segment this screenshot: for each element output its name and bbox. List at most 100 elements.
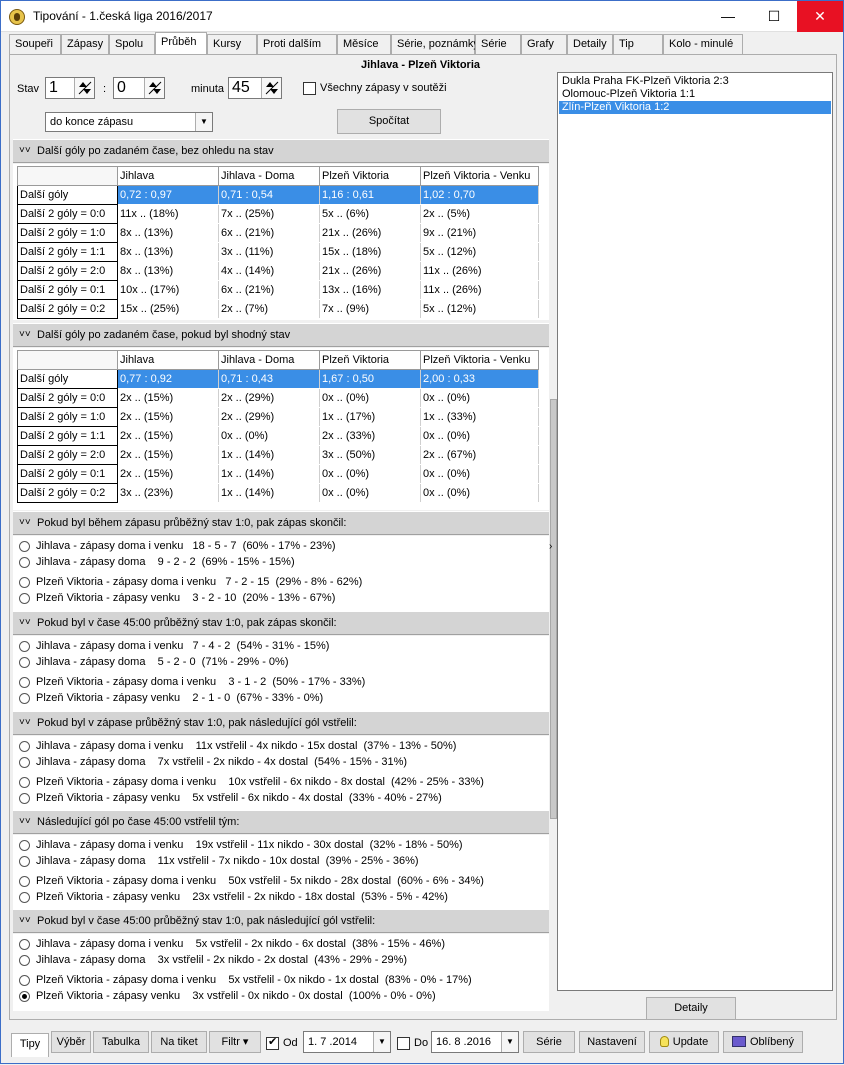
radio-button[interactable] <box>19 777 30 788</box>
table-row[interactable]: Další 2 góly = 0:1 2x .. (15%) 1x .. (14… <box>17 464 539 484</box>
spin-arrows-icon[interactable] <box>144 78 164 98</box>
table-row[interactable]: Další 2 góly = 2:0 8x .. (13%) 4x .. (14… <box>17 261 539 281</box>
table-cell[interactable]: 15x .. (18%) <box>319 242 421 262</box>
radio-button[interactable] <box>19 557 30 568</box>
table-cell[interactable]: 9x .. (21%) <box>420 223 539 243</box>
table-cell[interactable]: 3x .. (50%) <box>319 445 421 465</box>
list-item[interactable]: Dukla Praha FK-Plzeň Viktoria 2:3 <box>559 75 831 88</box>
table-cell[interactable]: 2x .. (5%) <box>420 204 539 224</box>
table-cell[interactable]: 0,77 : 0,92 <box>117 369 219 389</box>
table-cell[interactable]: 6x .. (21%) <box>218 223 320 243</box>
chevron-down-icon[interactable]: ▼ <box>195 113 212 131</box>
close-button[interactable]: ✕ <box>797 1 843 32</box>
tab-prubeh[interactable]: Průběh <box>155 32 207 54</box>
collapse-chevron-icon[interactable]: ˅˅ <box>19 617 31 628</box>
table-row[interactable]: Další 2 góly = 1:1 8x .. (13%) 3x .. (11… <box>17 242 539 262</box>
all-matches-checkbox[interactable] <box>303 82 316 95</box>
table-cell[interactable]: 2x .. (15%) <box>117 445 219 465</box>
table-row[interactable]: Další góly 0,77 : 0,92 0,71 : 0,43 1,67 … <box>17 369 539 389</box>
section-header-2[interactable]: ˅˅ Další góly po zadaném čase, pokud byl… <box>13 323 549 347</box>
collapse-chevron-icon[interactable]: ˅˅ <box>19 816 31 827</box>
table-cell[interactable]: 8x .. (13%) <box>117 242 219 262</box>
table-cell[interactable]: 1x .. (33%) <box>420 407 539 427</box>
list-item[interactable]: Olomouc-Plzeň Viktoria 1:1 <box>559 88 831 101</box>
tab-zapasy[interactable]: Zápasy <box>61 34 109 54</box>
table-cell[interactable]: 1x .. (17%) <box>319 407 421 427</box>
table-cell[interactable]: 21x .. (26%) <box>319 261 421 281</box>
serie-button[interactable]: Série <box>523 1031 575 1053</box>
table-cell[interactable]: 2x .. (15%) <box>117 464 219 484</box>
table-cell[interactable]: 11x .. (26%) <box>420 261 539 281</box>
table-cell[interactable]: 11x .. (18%) <box>117 204 219 224</box>
table-cell[interactable]: 2x .. (7%) <box>218 299 320 319</box>
chevron-down-icon[interactable]: ▼ <box>501 1032 518 1052</box>
radio-button[interactable] <box>19 741 30 752</box>
radio-button[interactable] <box>19 541 30 552</box>
table-cell[interactable]: 0,71 : 0,43 <box>218 369 320 389</box>
table-cell[interactable]: 5x .. (12%) <box>420 242 539 262</box>
table-cell[interactable]: 2x .. (15%) <box>117 388 219 408</box>
table-cell[interactable]: 0,71 : 0,54 <box>218 185 320 205</box>
table-cell[interactable]: 21x .. (26%) <box>319 223 421 243</box>
table-cell[interactable]: 3x .. (11%) <box>218 242 320 262</box>
details-button[interactable]: Detaily <box>646 997 736 1020</box>
table-cell[interactable]: 1,67 : 0,50 <box>319 369 421 389</box>
table-cell[interactable]: 1x .. (14%) <box>218 445 320 465</box>
radio-button[interactable] <box>19 892 30 903</box>
scrollbar-thumb[interactable] <box>550 399 557 819</box>
table-row[interactable]: Další góly 0,72 : 0,97 0,71 : 0,54 1,16 … <box>17 185 539 205</box>
table-row[interactable]: Další 2 góly = 0:1 10x .. (17%) 6x .. (2… <box>17 280 539 300</box>
score-home-spinner[interactable]: 1 <box>45 77 95 99</box>
table-cell[interactable]: 11x .. (26%) <box>420 280 539 300</box>
table-cell[interactable]: 5x .. (12%) <box>420 299 539 319</box>
table-cell[interactable]: 0x .. (0%) <box>420 464 539 484</box>
radio-button[interactable] <box>19 840 30 851</box>
list-item[interactable]: Zlín-Plzeň Viktoria 1:2 <box>559 101 831 114</box>
table-row[interactable]: Další 2 góly = 0:2 15x .. (25%) 2x .. (7… <box>17 299 539 319</box>
na-tiket-button[interactable]: Na tiket <box>151 1031 207 1053</box>
tab-proti-dalsim[interactable]: Proti dalším <box>257 34 337 54</box>
tab-serie[interactable]: Série <box>475 34 521 54</box>
table-cell[interactable]: 2x .. (29%) <box>218 388 320 408</box>
table-cell[interactable]: 2x .. (67%) <box>420 445 539 465</box>
radio-button-selected[interactable] <box>19 991 30 1002</box>
section-header-1[interactable]: ˅˅ Další góly po zadaném čase, bez ohled… <box>13 139 549 163</box>
radio-button[interactable] <box>19 593 30 604</box>
tab-spolu[interactable]: Spolu <box>109 34 155 54</box>
radio-button[interactable] <box>19 757 30 768</box>
table-cell[interactable]: 5x .. (6%) <box>319 204 421 224</box>
table-cell[interactable]: 2x .. (33%) <box>319 426 421 446</box>
table-cell[interactable]: 0x .. (0%) <box>420 483 539 503</box>
table-cell[interactable]: 0x .. (0%) <box>319 483 421 503</box>
table-row[interactable]: Další 2 góly = 0:2 3x .. (23%) 1x .. (14… <box>17 483 539 503</box>
radio-button[interactable] <box>19 577 30 588</box>
table-cell[interactable]: 0x .. (0%) <box>420 426 539 446</box>
collapse-chevron-icon[interactable]: ˅˅ <box>19 329 31 340</box>
collapse-chevron-icon[interactable]: ˅˅ <box>19 517 31 528</box>
tab-serie-poznamky[interactable]: Série, poznámky <box>391 34 479 54</box>
section-header-3[interactable]: ˅˅ Pokud byl během zápasu průběžný stav … <box>13 511 549 535</box>
table-row[interactable]: Další 2 góly = 0:0 2x .. (15%) 2x .. (29… <box>17 388 539 408</box>
od-date-picker[interactable]: 1. 7 .2014 ▼ <box>303 1031 391 1053</box>
range-select[interactable]: do konce zápasu ▼ <box>45 112 213 132</box>
radio-button[interactable] <box>19 975 30 986</box>
tab-tip[interactable]: Tip <box>613 34 663 54</box>
chevron-down-icon[interactable]: ▼ <box>373 1032 390 1052</box>
update-button[interactable]: Update <box>649 1031 719 1053</box>
radio-button[interactable] <box>19 693 30 704</box>
radio-button[interactable] <box>19 876 30 887</box>
table-cell[interactable]: 0x .. (0%) <box>319 464 421 484</box>
favorite-button[interactable]: Oblíbený <box>723 1031 803 1053</box>
table-cell[interactable]: 2,00 : 0,33 <box>420 369 539 389</box>
tab-vyber[interactable]: Výběr <box>51 1031 91 1053</box>
table-cell[interactable]: 6x .. (21%) <box>218 280 320 300</box>
table-row[interactable]: Další 2 góly = 1:0 8x .. (13%) 6x .. (21… <box>17 223 539 243</box>
settings-button[interactable]: Nastavení <box>579 1031 645 1053</box>
table-row[interactable]: Další 2 góly = 1:0 2x .. (15%) 2x .. (29… <box>17 407 539 427</box>
table-cell[interactable]: 10x .. (17%) <box>117 280 219 300</box>
table-cell[interactable]: 2x .. (15%) <box>117 426 219 446</box>
table-cell[interactable]: 0x .. (0%) <box>420 388 539 408</box>
match-list[interactable]: Dukla Praha FK-Plzeň Viktoria 2:3 Olomou… <box>557 72 833 991</box>
chevron-right-icon[interactable]: › <box>549 541 552 552</box>
table-cell[interactable]: 1x .. (14%) <box>218 464 320 484</box>
